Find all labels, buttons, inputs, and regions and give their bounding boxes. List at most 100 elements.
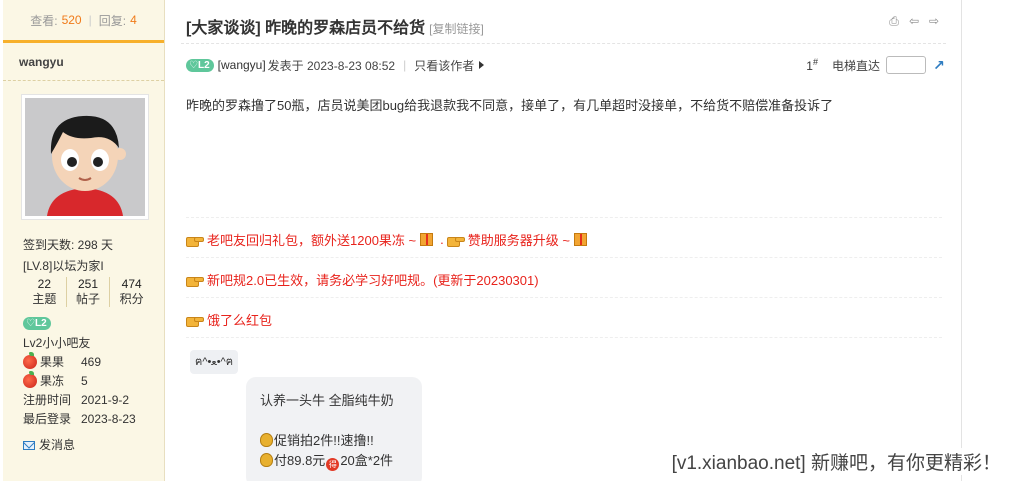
reg-label: 注册时间 — [23, 392, 72, 407]
views-label: 查看: — [30, 13, 58, 28]
user-rank: Lv2小小吧友 — [23, 336, 91, 350]
author-level-badge: ♡L2 — [186, 58, 214, 72]
emoji-chip: ฅ^•ﻌ•^ฅ — [190, 350, 239, 374]
stat-topics-label: 主题 — [32, 292, 57, 306]
goto-floor-input[interactable] — [886, 56, 926, 74]
prev-thread-icon[interactable]: ⇦ — [907, 14, 921, 28]
stat-posts-label: 帖子 — [76, 292, 101, 306]
ad-line-1: 老吧友回归礼包，额外送1200果冻 ~ . 赞助服务器升级 ~ — [186, 230, 591, 249]
apple-icon — [23, 371, 37, 389]
level-badge-label: L2 — [34, 318, 47, 329]
reg-value: 2021-9-2 — [81, 392, 130, 407]
apple-icon — [23, 352, 37, 370]
user-level: [LV.8]以坛为家I — [23, 259, 104, 273]
ad-link-rules[interactable]: 新吧规2.0已生效，请务必学习好吧规。(更新于20230301) — [207, 270, 539, 289]
author-level-badge-label: L2 — [197, 59, 210, 71]
ad-divider — [186, 217, 942, 218]
quote-line-3-qty: 20盒*2件 — [340, 453, 394, 468]
thread-title-row: [大家谈谈] 昨晚的罗森店员不给货 [复制链接] — [186, 14, 484, 38]
floor-number-value: 1 — [806, 59, 813, 73]
only-author-link[interactable]: 只看该作者 — [414, 57, 474, 74]
user-stats: 22 主题 251 帖子 474 积分 — [23, 277, 153, 307]
ad-divider — [186, 337, 942, 338]
level-badge-text: ♡L2 — [23, 317, 51, 330]
quote-line-1: 认养一头牛 全脂纯牛奶 — [260, 393, 394, 408]
send-message-label: 发消息 — [39, 438, 76, 452]
envelope-icon — [23, 440, 35, 450]
quoted-message: 认养一头牛 全脂纯牛奶 促销拍2件!!速撸!! 付89.8元得 20盒*2件 — [246, 377, 422, 481]
money-bag-icon — [260, 453, 273, 467]
avatar-image — [25, 98, 145, 216]
stat-posts[interactable]: 251 帖子 — [67, 277, 111, 307]
stat-topics-value: 22 — [37, 277, 52, 291]
ad-divider — [186, 297, 942, 298]
post-body: 昨晚的罗森撸了50瓶，店员说美团bug给我退款我不同意，接单了，有几单超时没接单… — [186, 98, 834, 113]
avatar[interactable] — [21, 94, 149, 220]
print-icon[interactable]: ⎙ — [887, 14, 901, 28]
triangle-right-icon — [479, 61, 485, 69]
jelly-label: 果冻 — [40, 373, 65, 388]
stat-topics[interactable]: 22 主题 — [23, 277, 67, 307]
meta-divider: | — [403, 58, 407, 72]
stat-points-label: 积分 — [119, 292, 144, 306]
fruit-label: 果果 — [40, 354, 65, 369]
pointing-hand-icon — [186, 274, 204, 287]
pointing-hand-icon — [186, 314, 204, 327]
floor-number[interactable]: 1# — [806, 57, 818, 73]
thread-title: [大家谈谈] 昨晚的罗森店员不给货 — [186, 20, 426, 37]
quote-line-3: 付89.8元得 20盒*2件 — [260, 451, 422, 471]
pointing-hand-icon — [186, 234, 204, 247]
author-username[interactable]: wangyu — [3, 43, 164, 81]
ad-link-return-gift[interactable]: 老吧友回归礼包，额外送1200果冻 ~ — [207, 230, 416, 249]
fruit-row: 果果 469 — [23, 352, 153, 371]
thread-tools: ⎙ ⇦ ⇨ — [887, 14, 941, 28]
jelly-row: 果冻 5 — [23, 371, 153, 390]
ad-divider — [186, 257, 942, 258]
copy-link-button[interactable]: [复制链接] — [429, 20, 484, 37]
quote-line-2: 促销拍2件!!速撸!! — [260, 431, 422, 451]
replies-label: 回复: — [98, 13, 127, 28]
gift-icon — [420, 233, 434, 246]
stat-posts-value: 251 — [77, 277, 99, 291]
send-message-link[interactable]: 发消息 — [23, 436, 153, 454]
floor-number-mark: # — [812, 57, 818, 67]
goto-floor-button[interactable]: ↗ — [932, 57, 946, 73]
stat-points[interactable]: 474 积分 — [110, 277, 153, 307]
floor-nav: 1# 电梯直达 ↗ — [806, 56, 946, 74]
author-info: 签到天数: 298 天 [LV.8]以坛为家I 22 主题 251 帖子 474… — [23, 236, 153, 454]
ad-link-eleme[interactable]: 饿了么红包 — [207, 310, 272, 329]
last-login-value: 2023-8-23 — [81, 411, 136, 426]
money-bag-icon — [260, 433, 273, 447]
ad-line-2: 新吧规2.0已生效，请务必学习好吧规。(更新于20230301) — [186, 270, 539, 289]
ad-separator: . — [440, 232, 444, 247]
next-thread-icon[interactable]: ⇨ — [927, 14, 941, 28]
last-login-label: 最后登录 — [23, 411, 72, 426]
post-main: [大家谈谈] 昨晚的罗森店员不给货 [复制链接] ⎙ ⇦ ⇨ ♡L2 [wang… — [166, 0, 962, 481]
quote-line-3-price: 付89.8元 — [274, 453, 326, 468]
get-badge-icon: 得 — [326, 458, 340, 471]
post-author[interactable]: [wangyu] — [218, 58, 266, 72]
quote-line-2-text: 促销拍2件!!速撸!! — [274, 433, 374, 448]
gift-icon — [573, 233, 587, 246]
stats-divider: | — [88, 13, 92, 27]
post-meta: ♡L2 [wangyu] 发表于 2023-8-23 08:52 | 只看该作者… — [186, 56, 946, 74]
reg-row: 注册时间 2021-9-2 — [23, 390, 153, 409]
fruit-value: 469 — [81, 354, 102, 369]
ad-link-sponsor[interactable]: 赞助服务器升级 ~ — [468, 230, 570, 249]
ad-line-3: 饿了么红包 — [186, 310, 272, 329]
level-badge: ♡L2 — [23, 317, 51, 330]
last-login-row: 最后登录 2023-8-23 — [23, 409, 153, 428]
views-count: 520 — [61, 13, 82, 27]
goto-label: 电梯直达 — [831, 58, 880, 73]
author-sidebar: 查看: 520 | 回复: 4 wangyu 签到天数: 298 天 [LV.8… — [3, 0, 165, 481]
stat-points-value: 474 — [121, 277, 142, 291]
replies-count: 4 — [130, 13, 137, 27]
checkin-days: 签到天数: 298 天 — [23, 238, 114, 252]
thread-stats: 查看: 520 | 回复: 4 — [3, 0, 164, 43]
post-time: 发表于 2023-8-23 08:52 — [267, 58, 396, 73]
jelly-value: 5 — [81, 373, 88, 388]
site-watermark: [v1.xianbao.net] 新赚吧，有你更精彩！ — [667, 448, 1005, 475]
avatar-cartoon-icon — [25, 98, 145, 216]
pointing-hand-icon — [446, 234, 465, 247]
title-divider — [181, 43, 946, 44]
